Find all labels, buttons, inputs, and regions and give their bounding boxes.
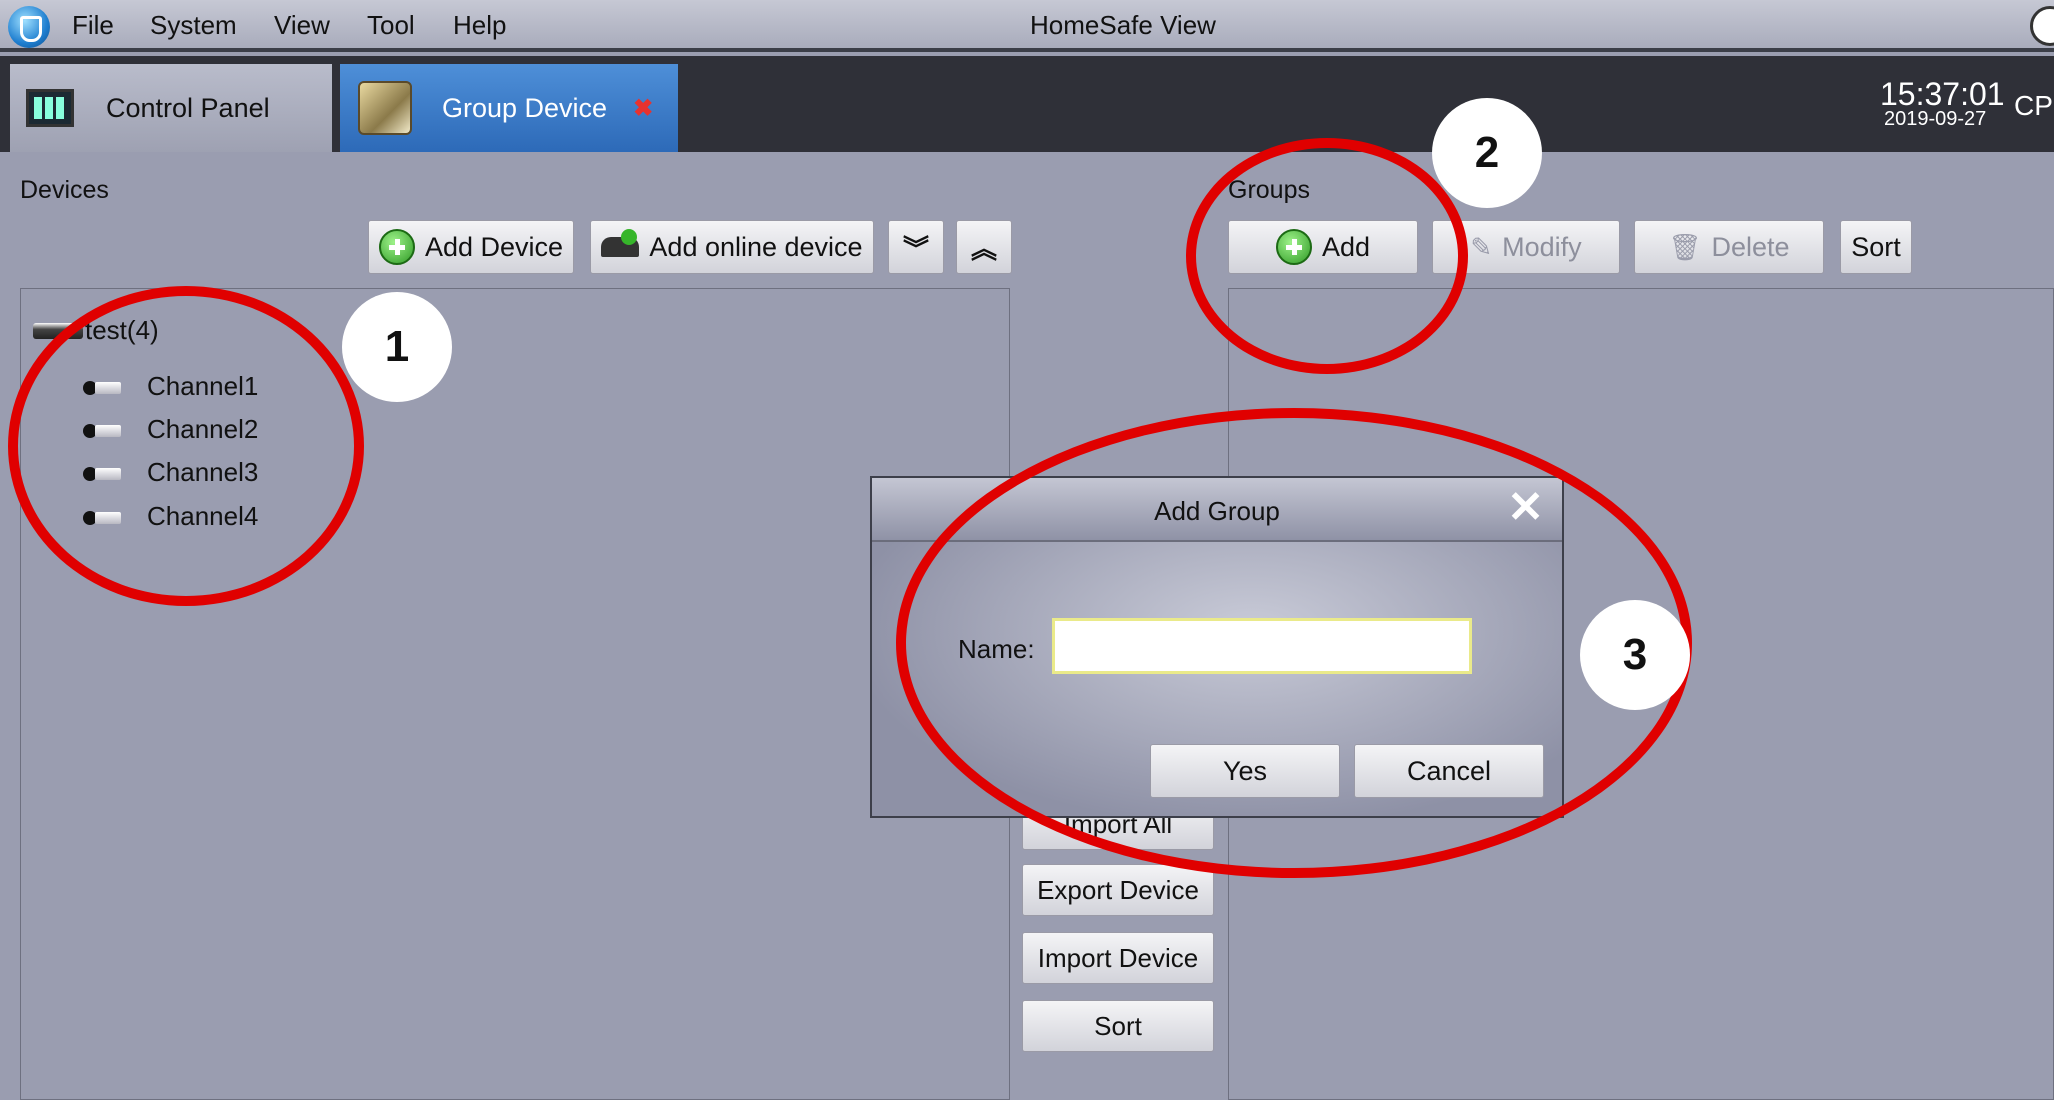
window-title: HomeSafe View — [1030, 10, 1216, 40]
menu-tool[interactable]: Tool — [367, 10, 415, 41]
plus-icon — [378, 229, 415, 265]
add-online-device-button[interactable]: Add online device — [590, 220, 874, 274]
add-device-button[interactable]: Add Device — [368, 220, 574, 274]
delete-group-button[interactable]: 🗑 Delete — [1634, 220, 1824, 274]
groups-label: Groups — [1228, 176, 1310, 204]
channel-label: Channel1 — [147, 371, 259, 401]
clock-date: 2019-09-27 — [1884, 108, 1987, 130]
device-tree-panel[interactable]: test(4) Channel1 Channel2 Channel3 Chann… — [20, 288, 1010, 1100]
camera-icon — [83, 463, 123, 483]
menu-file[interactable]: File — [72, 10, 114, 41]
add-group-label: Add — [1321, 231, 1371, 262]
modify-group-label: Modify — [1502, 231, 1582, 262]
modify-group-button[interactable]: ✎ Modify — [1432, 220, 1620, 274]
sort-devices-button[interactable]: Sort — [1022, 1000, 1214, 1052]
close-icon[interactable]: ✕ — [1507, 486, 1544, 530]
annotation-badge-3: 3 — [1580, 600, 1690, 710]
device-node-label: test(4) — [85, 315, 159, 345]
menu-help[interactable]: Help — [453, 10, 506, 41]
camera-icon — [83, 420, 123, 440]
plus-icon — [1275, 229, 1312, 265]
close-tab-icon[interactable]: ✖ — [633, 94, 653, 123]
tab-label: Control Panel — [106, 92, 270, 123]
tree-node-channel[interactable]: Channel3 — [83, 457, 258, 488]
dvr-icon — [33, 322, 83, 339]
import-device-button[interactable]: Import Device — [1022, 932, 1214, 984]
tab-label: Group Device — [442, 92, 608, 123]
dialog-title: Add Group — [1154, 496, 1280, 526]
devices-label: Devices — [20, 176, 109, 204]
lock-icon[interactable] — [2030, 6, 2054, 46]
delete-group-label: Delete — [1711, 231, 1790, 262]
channel-label: Channel4 — [147, 501, 259, 531]
chevron-up-icon: ︽ — [970, 233, 997, 264]
tab-group-device[interactable]: Group Device ✖ — [340, 64, 678, 152]
app-logo-icon[interactable] — [8, 6, 50, 48]
cpu-label: CP — [2014, 90, 2053, 121]
channel-label: Channel2 — [147, 414, 259, 444]
expand-all-button[interactable]: ︾ — [888, 220, 944, 274]
title-bar: File System View Tool Help HomeSafe View — [0, 0, 2054, 52]
tab-bar: Control Panel Group Device ✖ — [0, 56, 2054, 152]
dialog-title-bar[interactable]: Add Group ✕ — [872, 478, 1562, 542]
camera-icon — [83, 507, 123, 527]
menu-view[interactable]: View — [274, 10, 330, 41]
monitor-icon — [26, 89, 74, 127]
camera-icon — [83, 377, 123, 397]
name-label: Name: — [958, 634, 1035, 664]
online-device-icon — [601, 229, 640, 257]
annotation-badge-1: 1 — [342, 292, 452, 402]
pencil-icon: ✎ — [1470, 231, 1493, 262]
chevron-down-icon: ︾ — [902, 233, 929, 264]
add-group-dialog: Add Group ✕ Name: Yes Cancel — [870, 476, 1564, 818]
yes-button[interactable]: Yes — [1150, 744, 1340, 798]
menu-system[interactable]: System — [150, 10, 237, 41]
channel-label: Channel3 — [147, 457, 259, 487]
add-group-button[interactable]: Add — [1228, 220, 1418, 274]
collapse-all-button[interactable]: ︽ — [956, 220, 1012, 274]
add-online-device-label: Add online device — [649, 231, 863, 262]
add-device-label: Add Device — [424, 231, 564, 262]
group-name-input[interactable] — [1052, 618, 1472, 674]
sort-groups-button[interactable]: Sort — [1840, 220, 1912, 274]
trash-icon: 🗑 — [1668, 231, 1702, 262]
group-device-icon — [358, 81, 412, 135]
annotation-badge-2: 2 — [1432, 98, 1542, 208]
tree-node-device[interactable]: test(4) — [33, 315, 159, 346]
tab-control-panel[interactable]: Control Panel — [10, 64, 332, 152]
tree-node-channel[interactable]: Channel4 — [83, 501, 258, 532]
tree-node-channel[interactable]: Channel1 — [83, 371, 258, 402]
tree-node-channel[interactable]: Channel2 — [83, 414, 258, 445]
cancel-button[interactable]: Cancel — [1354, 744, 1544, 798]
export-device-button[interactable]: Export Device — [1022, 864, 1214, 916]
